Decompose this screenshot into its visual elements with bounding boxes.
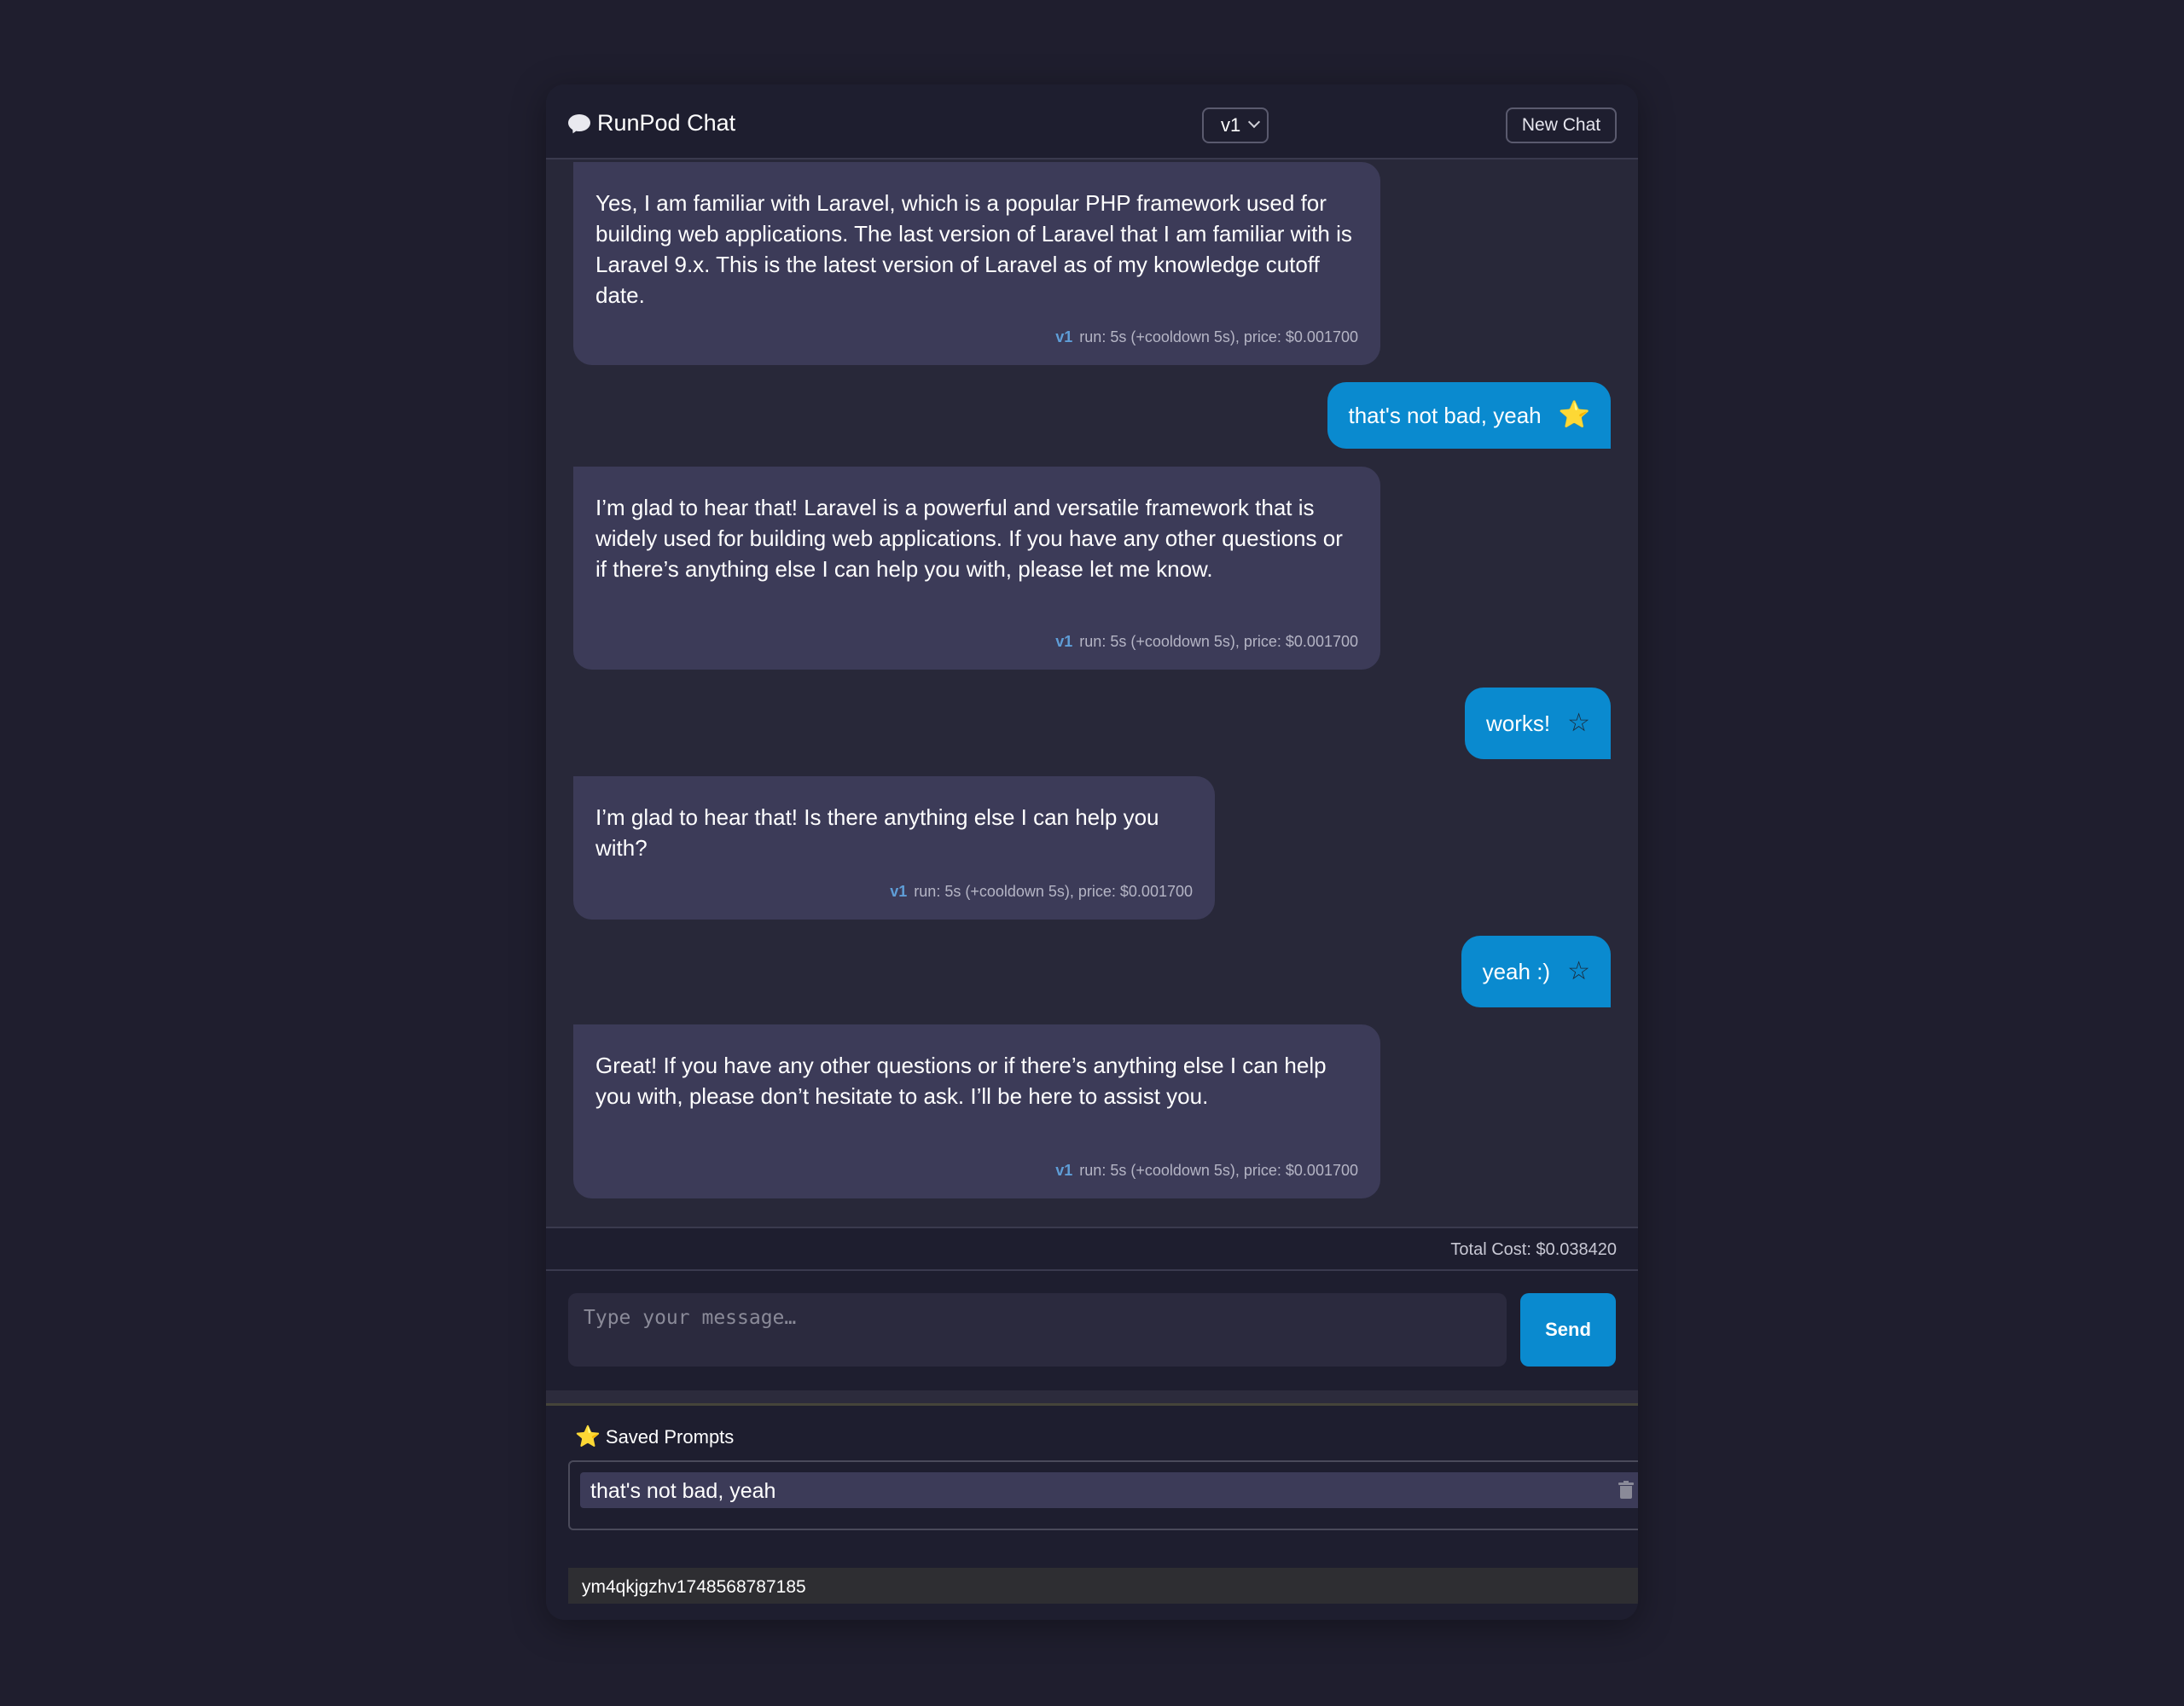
saved-prompts-heading: ⭐ Saved Prompts bbox=[575, 1425, 734, 1449]
user-message: works! ☆ bbox=[1464, 688, 1611, 759]
version-tag: v1 bbox=[1055, 633, 1073, 650]
run-info: run: 5s (+cooldown 5s), price: $0.001700 bbox=[1079, 633, 1358, 650]
user-message-text: that's not bad, yeah bbox=[1348, 402, 1542, 428]
total-cost: Total Cost: $0.038420 bbox=[1450, 1240, 1617, 1259]
message-list[interactable]: Yes, I am familiar with Laravel, which i… bbox=[546, 160, 1638, 1311]
session-id: ym4qkjgzhv1748568787185 bbox=[568, 1568, 1638, 1604]
star-outline-icon[interactable]: ☆ bbox=[1567, 959, 1590, 984]
version-tag: v1 bbox=[1055, 1162, 1073, 1179]
message-meta: v1 run: 5s (+cooldown 5s), price: $0.0017… bbox=[1055, 1162, 1358, 1180]
assistant-message-text: Great! If you have any other questions o… bbox=[595, 1053, 1327, 1109]
user-message-text: works! bbox=[1485, 710, 1551, 736]
assistant-message: I’m glad to hear that! Is there anything… bbox=[573, 776, 1215, 920]
assistant-message: Yes, I am familiar with Laravel, which i… bbox=[573, 162, 1380, 365]
speech-bubble-icon bbox=[568, 113, 590, 135]
trash-icon[interactable] bbox=[1618, 1481, 1634, 1500]
message-input[interactable] bbox=[568, 1293, 1507, 1367]
send-button[interactable]: Send bbox=[1520, 1293, 1616, 1367]
app-brand: RunPod Chat bbox=[568, 110, 735, 136]
new-chat-button[interactable]: New Chat bbox=[1506, 107, 1617, 143]
saved-prompts-list: that's not bad, yeah bbox=[568, 1460, 1638, 1530]
saved-prompt-label: that's not bad, yeah bbox=[590, 1479, 776, 1503]
assistant-message-text: I’m glad to hear that! Is there anything… bbox=[595, 804, 1159, 861]
assistant-message: Great! If you have any other questions o… bbox=[573, 1024, 1380, 1198]
divider bbox=[546, 1390, 1638, 1406]
user-message-text: yeah :) bbox=[1482, 958, 1551, 984]
user-message: yeah :) ☆ bbox=[1461, 936, 1611, 1007]
version-tag: v1 bbox=[890, 883, 908, 900]
assistant-message: I’m glad to hear that! Laravel is a powe… bbox=[573, 467, 1380, 670]
chevron-down-icon bbox=[1247, 115, 1261, 129]
run-info: run: 5s (+cooldown 5s), price: $0.001700 bbox=[1079, 328, 1358, 345]
message-meta: v1 run: 5s (+cooldown 5s), price: $0.0017… bbox=[1055, 633, 1358, 651]
saved-prompt-item[interactable]: that's not bad, yeah bbox=[580, 1472, 1638, 1508]
chat-app: RunPod Chat v1 New Chat Yes, I am famili… bbox=[546, 84, 1638, 1620]
star-icon: ⭐ bbox=[575, 1425, 601, 1448]
run-info: run: 5s (+cooldown 5s), price: $0.001700 bbox=[914, 883, 1193, 900]
run-info: run: 5s (+cooldown 5s), price: $0.001700 bbox=[1079, 1162, 1358, 1179]
version-select-value: v1 bbox=[1221, 114, 1241, 136]
message-meta: v1 run: 5s (+cooldown 5s), price: $0.0017… bbox=[890, 883, 1193, 901]
assistant-message-text: I’m glad to hear that! Laravel is a powe… bbox=[595, 495, 1343, 582]
user-message: that's not bad, yeah ⭐ bbox=[1327, 382, 1611, 449]
version-tag: v1 bbox=[1055, 328, 1073, 345]
message-meta: v1 run: 5s (+cooldown 5s), price: $0.0017… bbox=[1055, 328, 1358, 346]
saved-prompts-panel: ⭐ Saved Prompts that's not bad, yeah bbox=[546, 1406, 1638, 1559]
assistant-message-text: Yes, I am familiar with Laravel, which i… bbox=[595, 190, 1352, 308]
version-select[interactable]: v1 bbox=[1202, 107, 1269, 143]
app-title: RunPod Chat bbox=[597, 110, 736, 136]
header: RunPod Chat v1 New Chat bbox=[546, 84, 1638, 160]
total-cost-bar: Total Cost: $0.038420 bbox=[546, 1227, 1638, 1271]
star-outline-icon[interactable]: ☆ bbox=[1567, 711, 1590, 736]
saved-prompts-title: Saved Prompts bbox=[605, 1425, 735, 1448]
footer: ym4qkjgzhv1748568787185 bbox=[546, 1559, 1638, 1620]
composer: Send bbox=[546, 1271, 1638, 1390]
star-filled-icon[interactable]: ⭐ bbox=[1559, 403, 1590, 428]
